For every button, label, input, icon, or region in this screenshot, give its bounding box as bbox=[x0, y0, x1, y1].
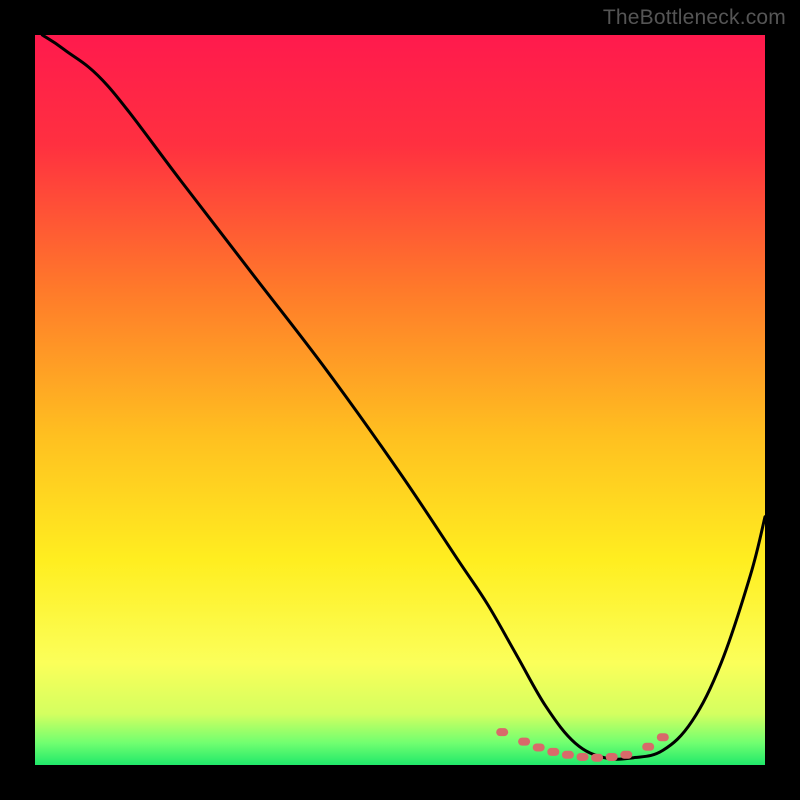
highlight-dot bbox=[606, 753, 618, 761]
highlight-dot bbox=[620, 751, 632, 759]
highlight-dot bbox=[533, 743, 545, 751]
highlight-dot bbox=[547, 748, 559, 756]
highlight-dot bbox=[577, 753, 589, 761]
watermark-text: TheBottleneck.com bbox=[603, 6, 786, 30]
gradient-background bbox=[35, 35, 765, 765]
chart-svg bbox=[35, 35, 765, 765]
highlight-dot bbox=[518, 738, 530, 746]
chart-frame: TheBottleneck.com bbox=[0, 0, 800, 800]
plot-area bbox=[35, 35, 765, 765]
highlight-dot bbox=[562, 751, 574, 759]
highlight-dot bbox=[591, 754, 603, 762]
highlight-dot bbox=[642, 743, 654, 751]
highlight-dot bbox=[496, 728, 508, 736]
highlight-dot bbox=[657, 733, 669, 741]
